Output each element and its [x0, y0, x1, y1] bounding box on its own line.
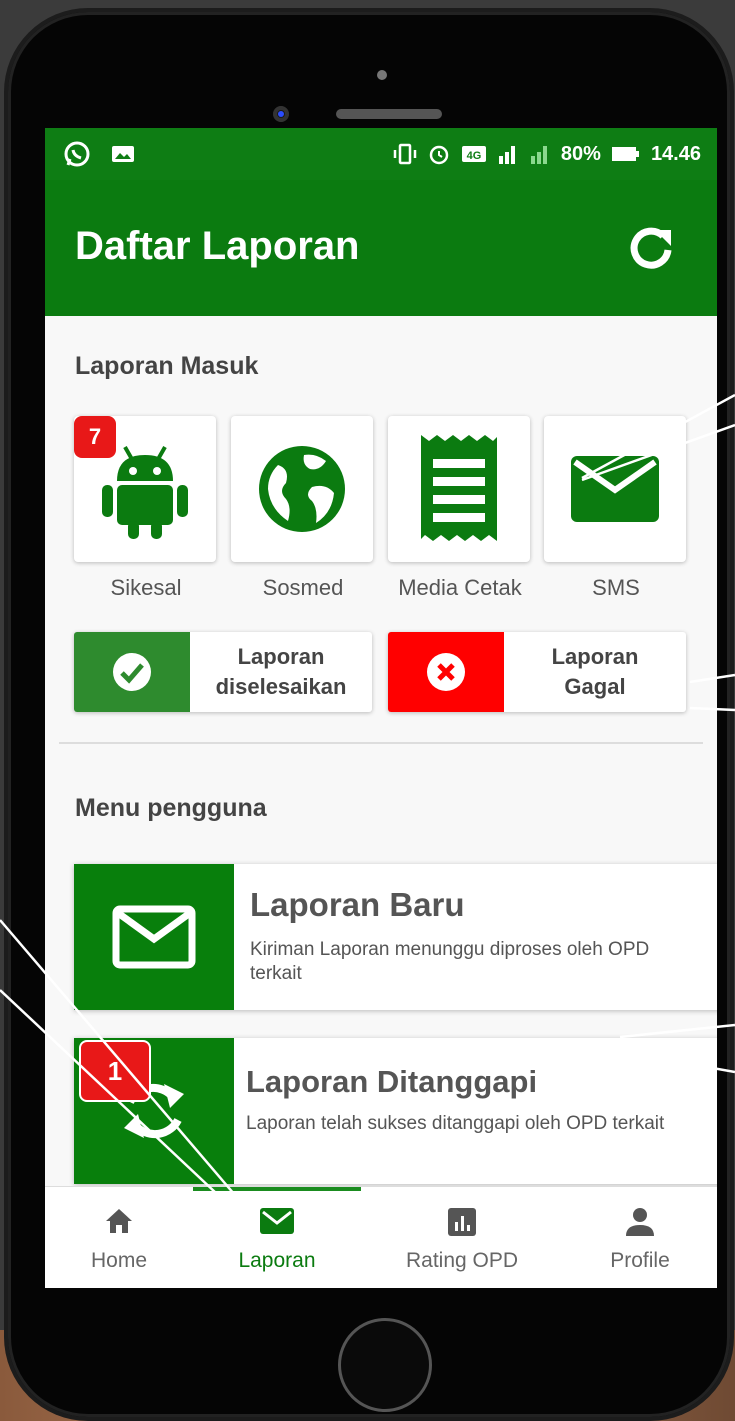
failed-label-line2: Gagal [564, 674, 626, 699]
front-camera [273, 106, 289, 122]
source-label-sosmed: Sosmed [262, 575, 344, 600]
vibrate-icon [393, 142, 417, 166]
app-screen: 4G 80% 14.46 Daftar Laporan Laporan Masu… [45, 128, 717, 1288]
nav-label-rating-opd: Rating OPD [405, 1249, 519, 1272]
person-icon [626, 1208, 654, 1236]
home-icon [106, 1209, 132, 1233]
alarm-icon [427, 142, 451, 166]
source-tile-media-cetak[interactable] [388, 416, 530, 562]
hardware-home-button[interactable] [338, 1318, 432, 1412]
completed-label-line1: Laporan [237, 644, 325, 669]
signal-sim1-icon [497, 142, 519, 166]
nav-label-profile: Profile [610, 1249, 670, 1272]
whatsapp-icon [63, 140, 91, 168]
status-bar: 4G 80% 14.46 [45, 128, 717, 180]
refresh-icon[interactable] [623, 220, 679, 276]
nav-item-rating-opd[interactable]: Rating OPD [378, 1187, 546, 1288]
bar-chart-icon [448, 1208, 476, 1236]
mail-icon [260, 1208, 294, 1234]
battery-icon [611, 145, 641, 163]
completed-reports-label: Laporan diselesaikan [190, 632, 372, 712]
page-title: Daftar Laporan [75, 224, 360, 268]
nav-item-home[interactable]: Home [45, 1187, 203, 1288]
sikesal-count-badge: 7 [74, 416, 116, 458]
image-icon [109, 140, 137, 168]
sensor-dot [377, 70, 387, 80]
bottom-navigation: Home Laporan Rating OPD Profile [45, 1186, 717, 1288]
source-label-sikesal: Sikesal [110, 575, 182, 600]
earpiece-speaker [336, 109, 442, 119]
receipt-icon [421, 435, 497, 541]
failed-icon-box [388, 632, 504, 712]
section-divider [59, 742, 703, 744]
completed-reports-card[interactable]: Laporan diselesaikan [74, 632, 372, 712]
network-4g-icon: 4G [461, 144, 487, 164]
app-bar: Daftar Laporan [45, 180, 717, 316]
battery-percent: 80% [560, 142, 601, 165]
nav-label-home: Home [90, 1249, 148, 1272]
source-tile-sosmed[interactable] [231, 416, 373, 562]
envelope-outline-icon [112, 905, 196, 969]
failed-reports-card[interactable]: Laporan Gagal [388, 632, 686, 712]
laporan-baru-icon-box [74, 864, 234, 1010]
check-circle-icon [113, 653, 151, 691]
user-menu-section-title: Menu pengguna [75, 794, 267, 822]
ditanggapi-count-badge: 1 [79, 1040, 151, 1102]
signal-sim2-icon [529, 142, 551, 166]
laporan-baru-description: Kiriman Laporan menunggu diproses oleh O… [250, 939, 650, 984]
svg-text:4G: 4G [467, 150, 482, 162]
failed-label-line1: Laporan [551, 644, 639, 669]
envelope-icon [571, 456, 659, 522]
laporan-ditanggapi-title: Laporan Ditanggapi [246, 1064, 538, 1099]
source-tile-sms[interactable] [544, 416, 686, 562]
source-label-media-cetak: Media Cetak [398, 575, 522, 600]
close-circle-icon [427, 653, 465, 691]
menu-item-laporan-baru[interactable]: Laporan Baru Kiriman Laporan menunggu di… [74, 864, 717, 1010]
laporan-ditanggapi-description: Laporan telah sukses ditanggapi oleh OPD… [246, 1113, 665, 1134]
clock: 14.46 [650, 142, 701, 165]
nav-label-laporan: Laporan [238, 1249, 316, 1272]
incoming-section-title: Laporan Masuk [75, 352, 259, 380]
nav-item-laporan[interactable]: Laporan [193, 1187, 361, 1288]
nav-item-profile[interactable]: Profile [556, 1187, 717, 1288]
failed-reports-label: Laporan Gagal [504, 632, 686, 712]
completed-icon-box [74, 632, 190, 712]
laporan-baru-title: Laporan Baru [250, 886, 465, 923]
globe-icon [259, 446, 345, 532]
completed-label-line2: diselesaikan [215, 674, 347, 699]
menu-item-laporan-ditanggapi[interactable]: Laporan Ditanggapi Laporan telah sukses … [74, 1038, 717, 1184]
source-label-sms: SMS [592, 575, 640, 600]
